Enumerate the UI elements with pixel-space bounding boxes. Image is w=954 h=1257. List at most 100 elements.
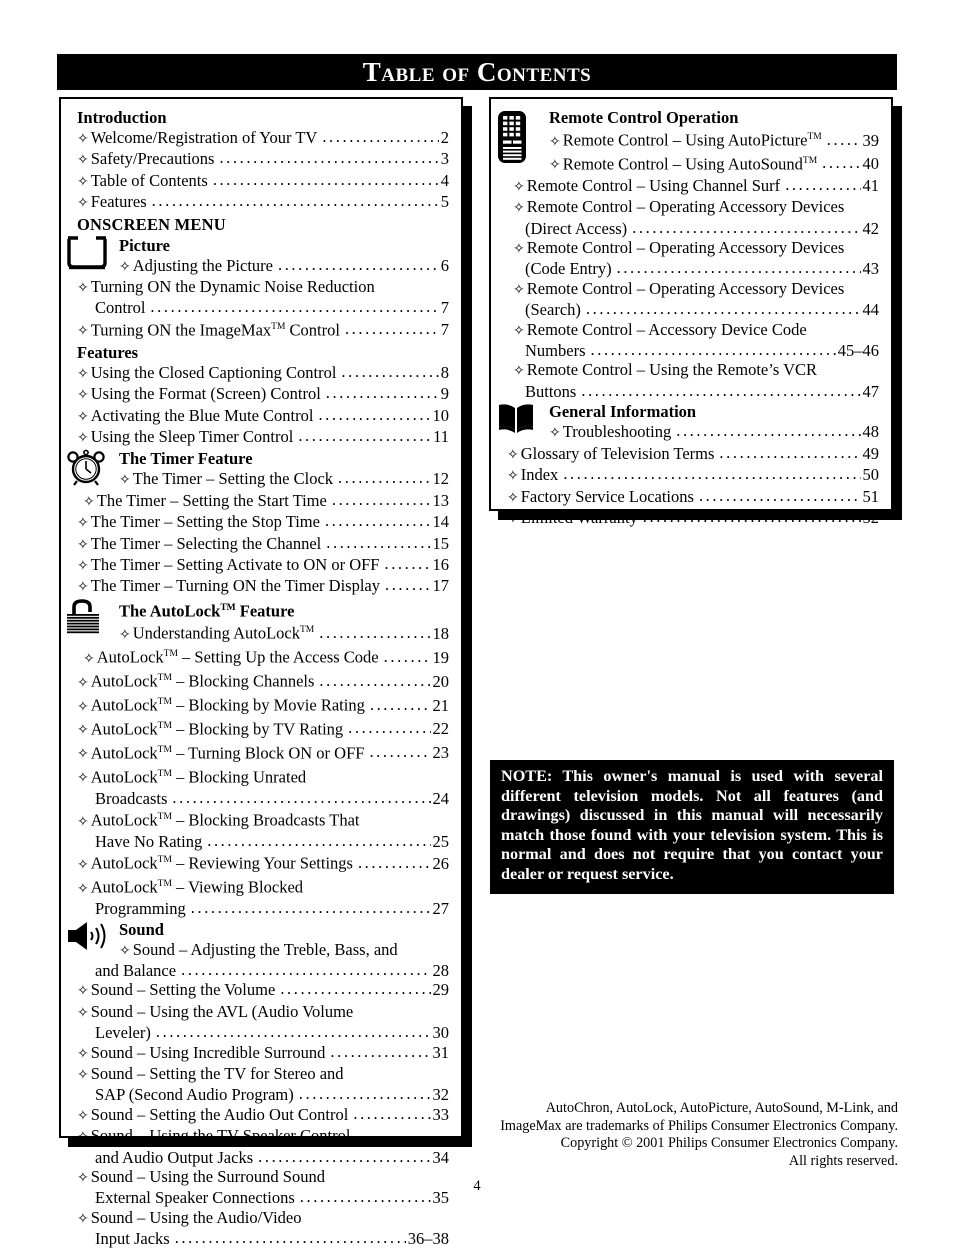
toc-entry[interactable]: ✧ The Timer – Setting Activate to ON or O… — [77, 555, 449, 576]
toc-entry-page-number: 9 — [440, 384, 449, 404]
toc-entry[interactable]: ✧Sound – Setting the Audio Out Control 33 — [77, 1105, 449, 1126]
toc-entry-label: Remote Control – Accessory Device Code — [526, 319, 807, 339]
toc-entry[interactable]: Numbers 45–46 — [507, 341, 879, 360]
toc-entry[interactable]: ✧ Remote Control – Operating Accessory De… — [507, 279, 879, 300]
toc-entry[interactable]: ✧Troubleshooting 48 — [507, 422, 879, 443]
toc-entry[interactable]: ✧AutoLockTM – Blocking by Movie Rating 21 — [77, 693, 449, 717]
dot-leader — [319, 671, 430, 690]
toc-entry[interactable]: ✧Remote Control – Using Channel Surf 41 — [507, 176, 879, 197]
toc-entry[interactable]: ✧The Timer – Setting the Start Time 13 — [77, 491, 449, 512]
diamond-bullet-icon: ✧ — [77, 699, 89, 715]
toc-entry[interactable]: Have No Rating 25 — [77, 832, 449, 851]
toc-entry[interactable]: Broadcasts 24 — [77, 789, 449, 808]
diamond-bullet-icon: ✧ — [77, 388, 89, 404]
toc-entry-label: Remote Control – Operating Accessory Dev… — [526, 197, 845, 217]
toc-entry[interactable]: Input Jacks 36–38 — [77, 1229, 449, 1248]
footer-line: All rights reserved. — [788, 1152, 898, 1169]
toc-entry[interactable]: Leveler) 30 — [77, 1023, 449, 1042]
dot-leader — [384, 554, 430, 573]
toc-entry-page-number: 15 — [432, 533, 450, 553]
toc-entry[interactable]: and Audio Output Jacks 34 — [77, 1148, 449, 1167]
toc-entry-page-number: 5 — [440, 192, 449, 212]
toc-entry[interactable]: ✧ Turning ON the Dynamic Noise Reduction — [77, 277, 449, 298]
toc-entry[interactable]: ✧Remote Control – Using AutoPictureTM 39 — [507, 128, 879, 152]
toc-entry[interactable]: ✧ AutoLockTM – Setting Up the Access Code… — [77, 645, 449, 669]
toc-entry-label: (Search) — [525, 300, 581, 320]
toc-entry[interactable]: Programming 27 — [77, 899, 449, 918]
toc-entry[interactable]: ✧Welcome/Registration of Your TV 2 — [77, 128, 449, 149]
toc-entry[interactable]: ✧Table of Contents 4 — [77, 171, 449, 192]
toc-entry[interactable]: ✧The Timer – Setting the Clock 12 — [77, 469, 449, 490]
diamond-bullet-icon: ✧ — [549, 158, 561, 174]
toc-entry[interactable]: ✧Using the Format (Screen) Control 9 — [77, 384, 449, 405]
toc-entry[interactable]: ✧ Sound – Using the AVL (Audio Volume — [77, 1002, 449, 1023]
toc-entry[interactable]: ✧Features 5 — [77, 192, 449, 213]
toc-entry[interactable]: ✧The Timer – Selecting the Channel 15 — [77, 534, 449, 555]
toc-entry-page-number: 48 — [862, 422, 880, 442]
toc-entry[interactable]: ✧ Remote Control – Accessory Device Code — [507, 320, 879, 341]
toc-entry[interactable]: ✧Sound – Setting the Volume 29 — [77, 980, 449, 1001]
toc-entry[interactable]: ✧AutoLockTM – Blocking Channels 20 — [77, 669, 449, 693]
toc-entry-page-number: 44 — [862, 300, 880, 320]
toc-entry[interactable]: ✧ Sound – Using the TV Speaker Control — [77, 1126, 449, 1147]
toc-entry-label: Programming — [95, 899, 186, 919]
toc-entry[interactable]: (Direct Access) 42 — [507, 219, 879, 238]
toc-entry-page-number: 8 — [440, 362, 449, 382]
diamond-bullet-icon: ✧ — [83, 494, 95, 510]
toc-entry[interactable]: Control 7 — [77, 298, 449, 317]
toc-entry[interactable]: ✧Activating the Blue Mute Control 10 — [77, 406, 449, 427]
toc-entry-page-number: 18 — [432, 623, 450, 643]
toc-entry[interactable]: ✧Safety/Precautions 3 — [77, 149, 449, 170]
toc-entry[interactable]: (Code Entry) 43 — [507, 259, 879, 278]
toc-entry[interactable]: ✧Glossary of Television Terms 49 — [507, 444, 879, 465]
dot-leader — [338, 468, 430, 487]
toc-entry[interactable]: ✧ AutoLockTM – Blocking Broadcasts That — [77, 808, 449, 832]
toc-entry[interactable]: ✧ Sound – Setting the TV for Stereo and — [77, 1064, 449, 1085]
toc-entry[interactable]: ✧ Sound – Using the Audio/Video — [77, 1208, 449, 1229]
toc-entry[interactable]: ✧ AutoLockTM – Blocking Unrated — [77, 765, 449, 789]
toc-entry[interactable]: ✧Understanding AutoLockTM 18 — [77, 621, 449, 645]
toc-entry[interactable]: and Balance 28 — [77, 961, 449, 980]
toc-entry[interactable]: ✧Using the Closed Captioning Control 8 — [77, 363, 449, 384]
toc-entry[interactable]: ✧AutoLockTM – Turning Block ON or OFF 23 — [77, 741, 449, 765]
toc-entry[interactable]: ✧Sound – Using Incredible Surround 31 — [77, 1043, 449, 1064]
toc-entry-label: AutoLockTM – Turning Block ON or OFF — [90, 743, 365, 763]
diamond-bullet-icon: ✧ — [513, 323, 525, 339]
toc-entry-label: Glossary of Television Terms — [520, 443, 715, 463]
toc-section-remote-control: Remote Control Operation — [498, 107, 879, 163]
toc-entry-page-number: 12 — [432, 469, 450, 489]
dot-leader — [719, 443, 860, 462]
toc-entry-label: Sound – Setting the TV for Stereo and — [90, 1064, 344, 1084]
toc-entry[interactable]: ✧Turning ON the ImageMaxTM Control 7 — [77, 318, 449, 342]
diamond-bullet-icon: ✧ — [77, 537, 89, 553]
toc-entry[interactable]: ✧AutoLockTM – Reviewing Your Settings 26 — [77, 851, 449, 875]
toc-section-heading: Sound — [119, 919, 164, 939]
toc-entry-label: (Direct Access) — [525, 218, 628, 238]
toc-entry[interactable]: ✧The Timer – Setting the Stop Time 14 — [77, 512, 449, 533]
diamond-bullet-icon: ✧ — [77, 984, 89, 1000]
toc-entry-label: Remote Control – Using Channel Surf — [526, 175, 781, 195]
toc-entry[interactable]: ✧ Remote Control – Operating Accessory De… — [507, 197, 879, 218]
toc-left-content: Introduction ✧ Welcome/Registration of You… — [61, 99, 461, 1257]
toc-entry[interactable]: ✧ Sound – Adjusting the Treble, Bass, and — [77, 940, 449, 961]
toc-entry[interactable]: ✧AutoLockTM – Blocking by TV Rating 22 — [77, 717, 449, 741]
diamond-bullet-icon: ✧ — [77, 196, 89, 212]
toc-entry-page-number: 47 — [862, 381, 880, 401]
toc-entry[interactable]: (Search) 44 — [507, 300, 879, 319]
toc-entry-label: Remote Control – Using the Remote’s VCR — [526, 360, 818, 380]
toc-section-open-book: General Information — [499, 401, 879, 434]
toc-entry[interactable]: SAP (Second Audio Program) 32 — [77, 1085, 449, 1104]
toc-entry[interactable]: ✧Factory Service Locations 51 — [507, 487, 879, 508]
toc-entry[interactable]: ✧ AutoLockTM – Viewing Blocked — [77, 875, 449, 899]
toc-entry[interactable]: ✧Limited Warranty 52 — [507, 508, 879, 529]
toc-entry[interactable]: Buttons 47 — [507, 382, 879, 401]
toc-entry[interactable]: ✧Index 50 — [507, 465, 879, 486]
dot-leader — [370, 695, 431, 714]
toc-entry[interactable]: ✧ The Timer – Turning ON the Timer Displa… — [77, 576, 449, 597]
toc-entry-label: The Timer – Setting the Start Time — [96, 490, 327, 510]
toc-entry[interactable]: ✧ Remote Control – Operating Accessory De… — [507, 238, 879, 259]
toc-entry[interactable]: ✧Adjusting the Picture 6 — [77, 256, 449, 277]
toc-entry[interactable]: ✧Remote Control – Using AutoSoundTM 40 — [507, 152, 879, 176]
toc-entry[interactable]: ✧ Remote Control – Using the Remote’s VCR — [507, 360, 879, 381]
toc-entry[interactable]: ✧Using the Sleep Timer Control 11 — [77, 427, 449, 448]
